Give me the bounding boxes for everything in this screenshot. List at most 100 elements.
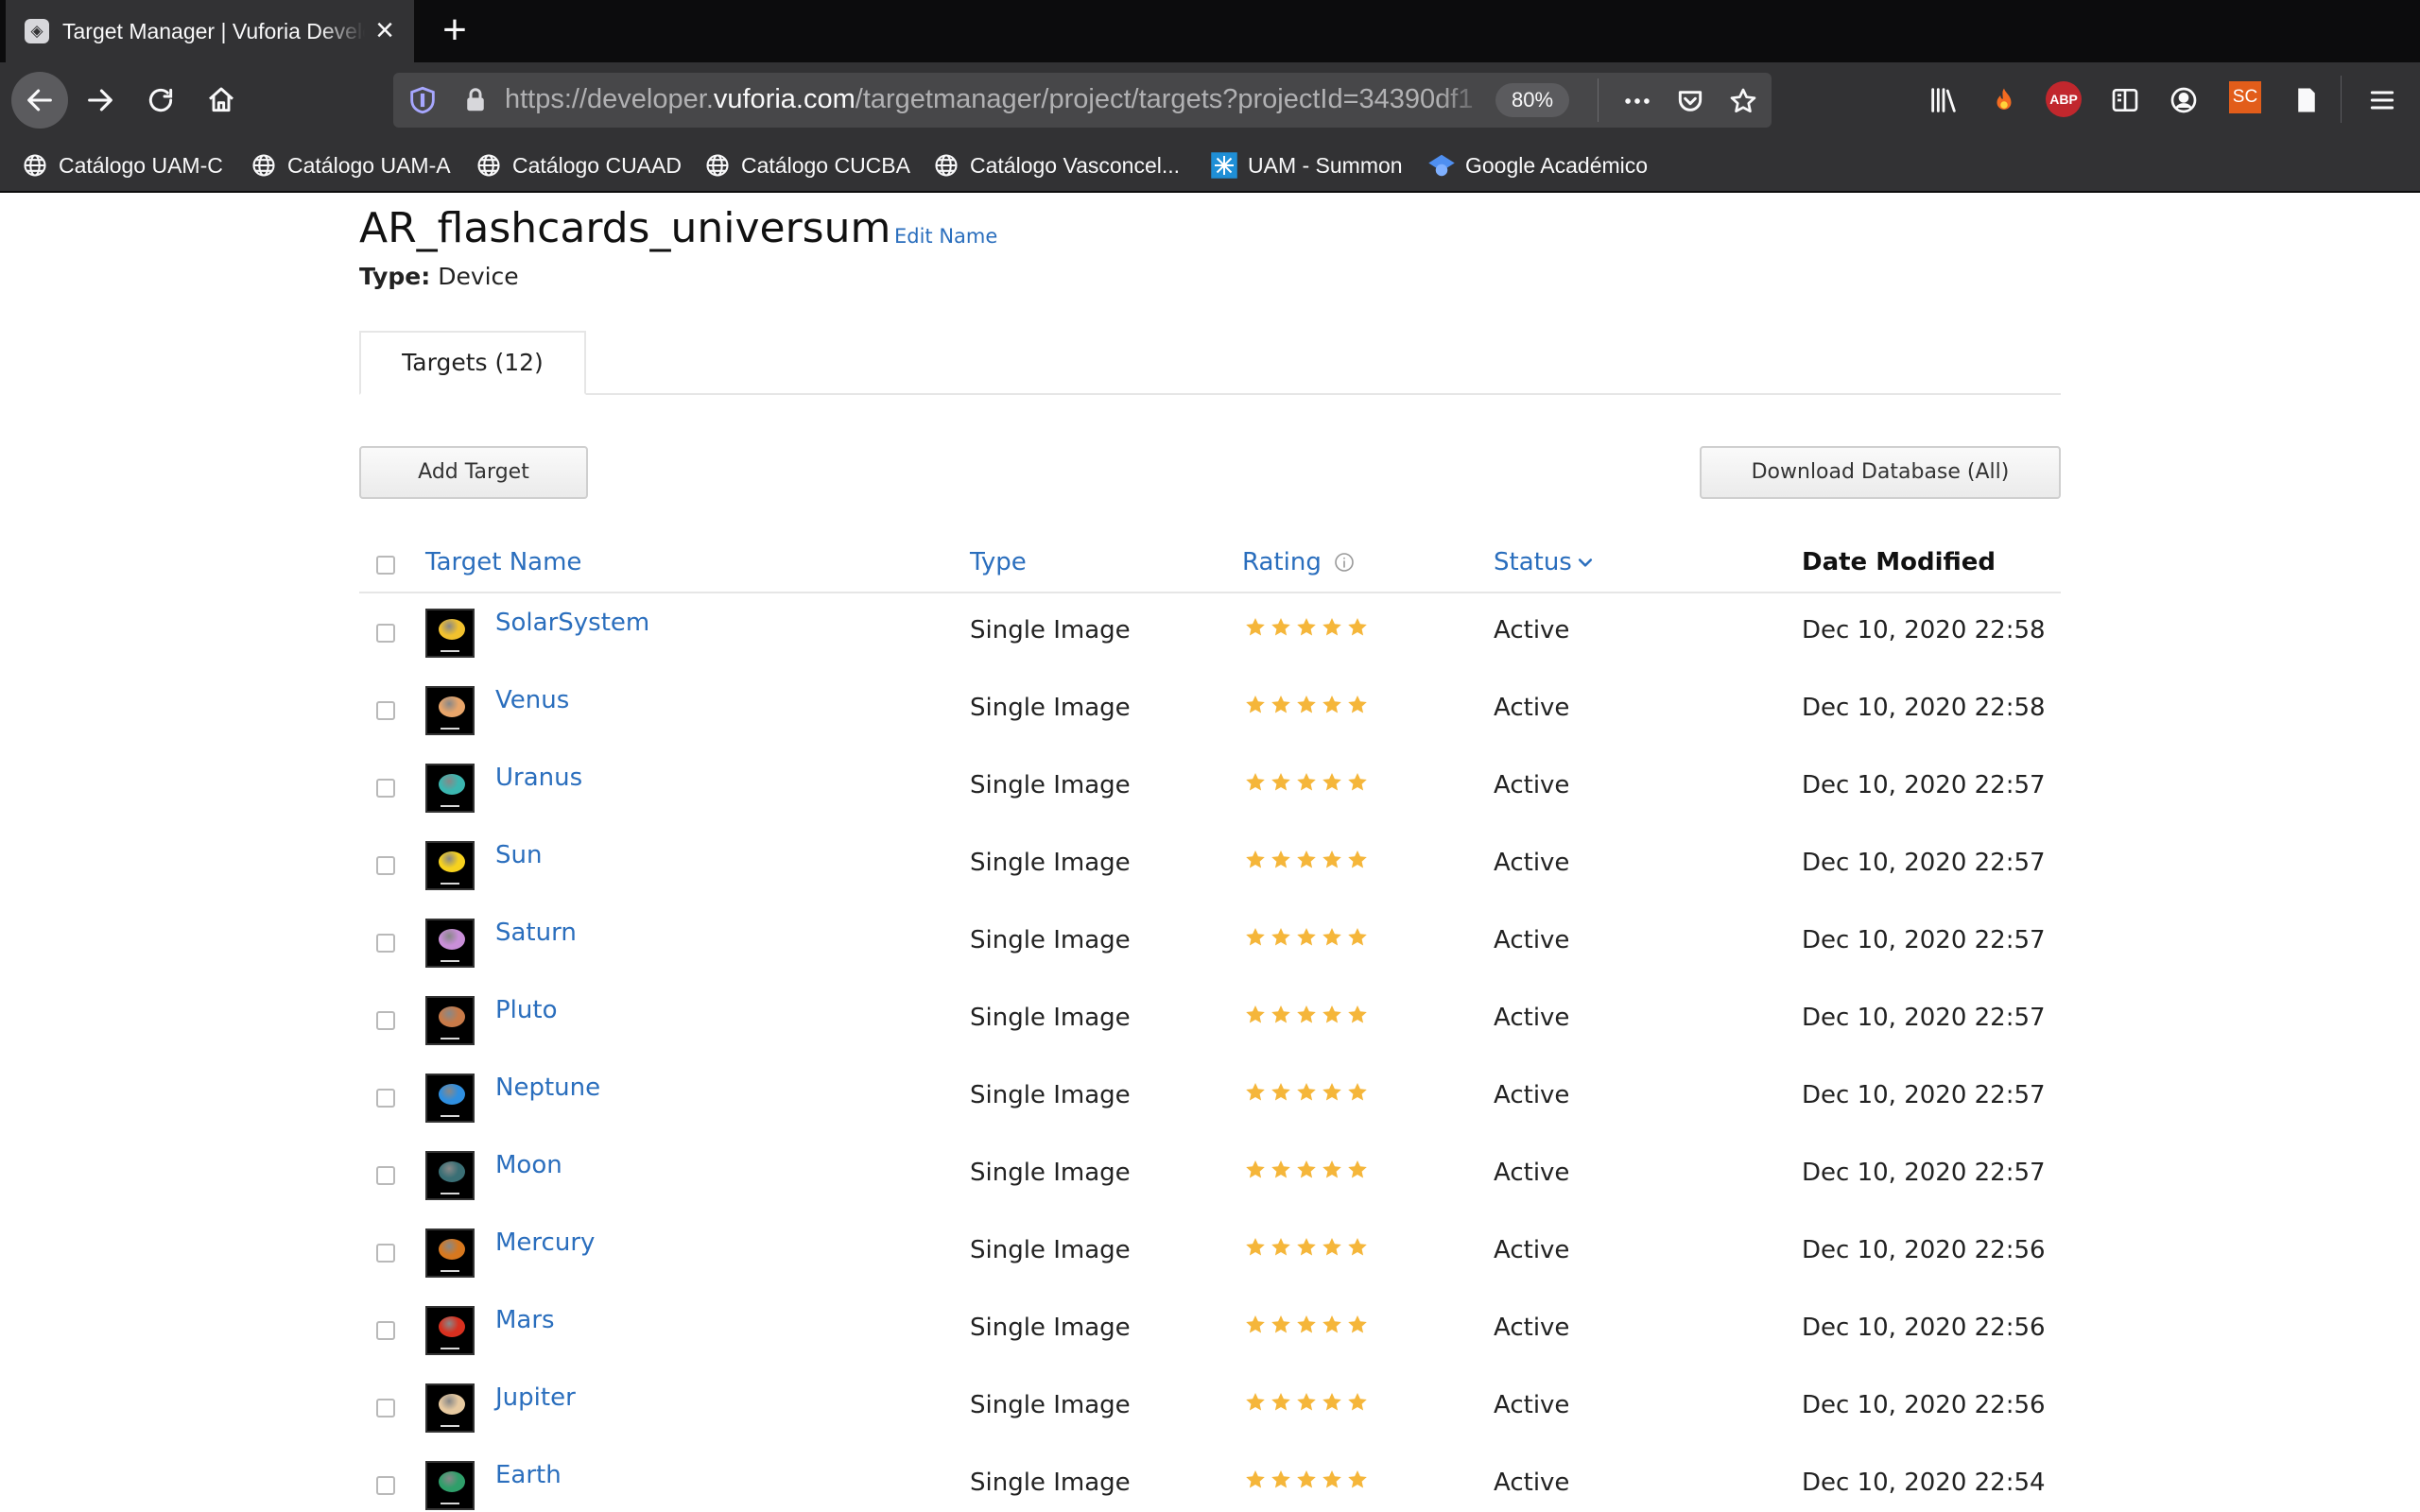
back-arrow-icon[interactable] — [11, 72, 68, 129]
target-thumbnail[interactable] — [425, 1306, 475, 1355]
column-header-target-name[interactable]: Target Name — [425, 548, 581, 576]
hamburger-menu-icon[interactable] — [2363, 81, 2401, 119]
download-database-button[interactable]: Download Database (All) — [1700, 446, 2061, 499]
bookmark-star-icon[interactable] — [1726, 84, 1760, 118]
row-checkbox[interactable] — [376, 624, 395, 643]
target-thumbnail[interactable] — [425, 1383, 475, 1433]
close-tab-icon[interactable]: × — [369, 14, 401, 46]
page-actions-ellipsis-icon[interactable] — [1620, 84, 1654, 118]
target-thumbnail[interactable] — [425, 609, 475, 658]
library-icon[interactable] — [1925, 81, 1962, 119]
star-icon — [1346, 926, 1369, 949]
table-row[interactable]: Jupiter Single Image Active Dec 10, 2020 22… — [359, 1368, 2061, 1446]
address-bar[interactable]: https://developer.vuforia.com/targetmana… — [393, 73, 1772, 128]
table-row[interactable]: Venus Single Image Active Dec 10, 2020 22:5… — [359, 671, 2061, 748]
target-name-link[interactable]: Neptune — [495, 1074, 600, 1102]
navigation-toolbar: https://developer.vuforia.com/targetmana… — [0, 62, 2420, 138]
target-name-link[interactable]: Venus — [495, 686, 569, 714]
select-all-checkbox[interactable] — [376, 556, 395, 575]
table-row[interactable]: Sun Single Image Active Dec 10, 2020 22:57 — [359, 826, 2061, 903]
column-header-type[interactable]: Type — [970, 548, 1027, 576]
adblock-icon[interactable]: ABP — [2046, 81, 2082, 117]
tab-targets[interactable]: Targets (12) — [359, 331, 586, 395]
column-header-status[interactable]: Status — [1494, 548, 1595, 576]
table-row[interactable]: Earth Single Image Active Dec 10, 2020 22:5… — [359, 1446, 2061, 1512]
lock-icon[interactable] — [461, 86, 490, 114]
bookmark-item[interactable]: Catálogo UAM-A — [250, 151, 451, 180]
target-thumbnail[interactable] — [425, 841, 475, 890]
table-row[interactable]: SolarSystem Single Image Active Dec 10, 202… — [359, 593, 2061, 671]
thumbnail-caption — [427, 1114, 473, 1118]
rating-stars — [1244, 1469, 1369, 1491]
target-thumbnail[interactable] — [425, 1228, 475, 1278]
star-icon — [1346, 1469, 1369, 1491]
target-name-link[interactable]: Earth — [495, 1461, 562, 1489]
target-date-modified: Dec 10, 2020 22:57 — [1802, 1159, 2046, 1187]
table-row[interactable]: Saturn Single Image Active Dec 10, 2020 22:… — [359, 903, 2061, 981]
target-thumbnail[interactable] — [425, 919, 475, 968]
reload-icon[interactable] — [136, 76, 185, 125]
url-text[interactable]: https://developer.vuforia.com/targetmana… — [505, 84, 1488, 115]
target-thumbnail[interactable] — [425, 1461, 475, 1510]
target-thumbnail[interactable] — [425, 764, 475, 813]
bookmark-item[interactable]: Catálogo CUAAD — [475, 151, 682, 180]
edit-name-link[interactable]: Edit Name — [894, 225, 997, 248]
home-icon[interactable] — [197, 76, 246, 125]
target-thumbnail[interactable] — [425, 996, 475, 1045]
row-checkbox[interactable] — [376, 1476, 395, 1495]
table-row[interactable]: Mars Single Image Active Dec 10, 2020 22:56 — [359, 1291, 2061, 1368]
row-checkbox[interactable] — [376, 1321, 395, 1340]
table-row[interactable]: Pluto Single Image Active Dec 10, 2020 22:5… — [359, 981, 2061, 1058]
sc-extension-icon[interactable]: SC — [2229, 81, 2261, 113]
notes-icon[interactable] — [2288, 81, 2325, 119]
bookmark-item[interactable]: Catálogo CUCBA — [703, 151, 910, 180]
table-row[interactable]: Mercury Single Image Active Dec 10, 2020 22… — [359, 1213, 2061, 1291]
bookmark-item[interactable]: Google Académico — [1427, 151, 1648, 180]
reader-view-icon[interactable] — [2106, 81, 2144, 119]
target-thumbnail[interactable] — [425, 686, 475, 735]
account-icon[interactable] — [2165, 81, 2203, 119]
row-checkbox[interactable] — [376, 1089, 395, 1108]
target-name-link[interactable]: Mercury — [495, 1228, 595, 1257]
browser-tab[interactable]: ◈ Target Manager | Vuforia Developer Por… — [6, 0, 414, 62]
row-checkbox[interactable] — [376, 1399, 395, 1418]
row-checkbox[interactable] — [376, 1244, 395, 1263]
target-status: Active — [1494, 849, 1570, 877]
new-tab-plus-icon[interactable]: + — [433, 9, 476, 53]
tracking-protection-shield-icon[interactable] — [406, 84, 439, 116]
info-icon[interactable] — [1333, 551, 1356, 574]
target-name-link[interactable]: Sun — [495, 841, 542, 869]
fire-icon[interactable] — [1985, 81, 2023, 119]
target-name-link[interactable]: Mars — [495, 1306, 555, 1334]
target-name-link[interactable]: Saturn — [495, 919, 577, 947]
forward-arrow-icon[interactable] — [76, 76, 125, 125]
table-row[interactable]: Uranus Single Image Active Dec 10, 2020 22:… — [359, 748, 2061, 826]
star-icon — [1244, 1236, 1267, 1259]
target-name-link[interactable]: Pluto — [495, 996, 557, 1024]
row-checkbox[interactable] — [376, 856, 395, 875]
row-checkbox[interactable] — [376, 1166, 395, 1185]
add-target-button[interactable]: Add Target — [359, 446, 588, 499]
target-name-link[interactable]: Jupiter — [495, 1383, 576, 1412]
target-date-modified: Dec 10, 2020 22:57 — [1802, 849, 2046, 877]
row-checkbox[interactable] — [376, 701, 395, 720]
target-name-link[interactable]: Moon — [495, 1151, 562, 1179]
chevron-down-icon[interactable] — [1576, 553, 1595, 572]
bookmark-item[interactable]: Catálogo Vasconcel... — [932, 151, 1180, 180]
target-thumbnail[interactable] — [425, 1151, 475, 1200]
column-header-rating[interactable]: Rating — [1242, 548, 1356, 576]
target-name-link[interactable]: SolarSystem — [495, 609, 649, 637]
target-thumbnail[interactable] — [425, 1074, 475, 1123]
row-checkbox[interactable] — [376, 1011, 395, 1030]
row-checkbox[interactable] — [376, 779, 395, 798]
pocket-icon[interactable] — [1673, 84, 1707, 118]
database-title: AR_flashcards_universum — [359, 204, 891, 252]
table-row[interactable]: Moon Single Image Active Dec 10, 2020 22:57 — [359, 1136, 2061, 1213]
star-icon — [1321, 1004, 1343, 1026]
bookmark-item[interactable]: Catálogo UAM-C — [21, 151, 223, 180]
row-checkbox[interactable] — [376, 934, 395, 953]
target-name-link[interactable]: Uranus — [495, 764, 582, 792]
bookmark-item[interactable]: UAM - Summon — [1210, 151, 1403, 180]
table-row[interactable]: Neptune Single Image Active Dec 10, 2020 22… — [359, 1058, 2061, 1136]
zoom-level-badge[interactable]: 80% — [1495, 83, 1569, 117]
